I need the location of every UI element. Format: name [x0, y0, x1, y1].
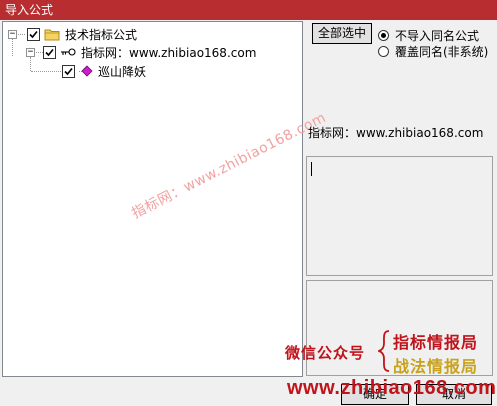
folder-icon [44, 28, 60, 41]
group-checkbox[interactable] [43, 45, 56, 59]
tree-connector [31, 71, 61, 72]
tree-node-label: 指标网：www.zhibiao168.com [81, 45, 257, 60]
brace-icon [376, 329, 391, 376]
source-label: 指标网：www.zhibiao168.com [308, 126, 484, 140]
tree-node-label: 技术指标公式 [65, 27, 138, 42]
tree-node-formula[interactable]: 巡山降妖 [62, 63, 146, 79]
collapse-icon[interactable]: − [26, 47, 35, 57]
promo-wechat-label: 微信公众号 [285, 344, 366, 362]
radio-overwrite-duplicates[interactable]: 覆盖同名(非系统) [378, 43, 488, 59]
window-title: 导入公式 [0, 0, 497, 20]
collapse-icon[interactable]: − [8, 29, 17, 39]
root-checkbox[interactable] [27, 27, 40, 41]
tree-node-group[interactable]: − 指标网：www.zhibiao168.com [26, 44, 256, 60]
radio-label: 不导入同名公式 [395, 28, 480, 43]
formula-description-box[interactable] [306, 156, 493, 276]
promo-line-1: 指标情报局 [393, 333, 479, 352]
promo-url: www.zhibiao168.com [287, 377, 497, 399]
formula-diamond-icon [81, 65, 93, 77]
radio-indicator[interactable] [378, 29, 389, 41]
formula-checkbox[interactable] [62, 64, 75, 78]
radio-skip-duplicates[interactable]: 不导入同名公式 [378, 27, 479, 43]
text-caret [311, 162, 312, 176]
radio-label: 覆盖同名(非系统) [395, 44, 489, 59]
select-all-button[interactable]: 全部选中 [312, 23, 372, 44]
promo-line-2: 战法情报局 [393, 357, 479, 376]
key-icon [60, 47, 76, 57]
tree-node-root[interactable]: − 技术指标公式 [8, 26, 137, 42]
radio-indicator[interactable] [378, 45, 389, 57]
tree-node-label: 巡山降妖 [98, 64, 147, 79]
